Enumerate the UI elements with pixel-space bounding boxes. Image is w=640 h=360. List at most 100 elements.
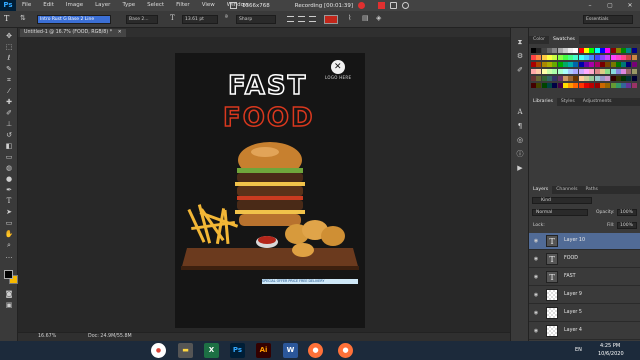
swatch-chip[interactable] (546, 76, 552, 81)
swatch-chip[interactable] (599, 48, 605, 53)
swatch-chip[interactable] (584, 62, 589, 67)
swatch-chip[interactable] (631, 69, 637, 74)
move-tool-icon[interactable]: ✥ (4, 32, 14, 41)
pause-icon[interactable] (402, 2, 409, 9)
glyphs-panel-icon[interactable]: ◎ (515, 136, 525, 145)
swatch-chip[interactable] (589, 48, 595, 53)
swatch-chip[interactable] (615, 55, 621, 60)
swatch-chip[interactable] (589, 69, 595, 74)
layer-row[interactable]: ◉ T Layer 10 (529, 233, 640, 250)
swatch-chip[interactable] (610, 55, 616, 60)
swatch-chip[interactable] (573, 62, 579, 67)
document-close-icon[interactable]: ✕ (118, 30, 122, 35)
menu-filter[interactable]: Filter (170, 0, 196, 11)
swatch-chip[interactable] (621, 69, 627, 74)
swatch-chip[interactable] (631, 62, 637, 67)
swatch-chip[interactable] (546, 62, 552, 67)
quick-mask-icon[interactable]: ◙ (4, 290, 14, 299)
swatch-chip[interactable] (562, 83, 568, 88)
swatch-chip[interactable] (589, 76, 595, 81)
tab-libraries[interactable]: Libraries (529, 98, 557, 106)
swatch-chip[interactable] (615, 69, 621, 74)
clock-time[interactable]: 4:25 PM (600, 343, 620, 349)
visibility-eye-icon[interactable]: ◉ (532, 274, 540, 280)
screen-mode-icon[interactable]: ▣ (4, 301, 14, 310)
firefox-icon-2[interactable]: ● (338, 343, 353, 358)
hand-tool-icon[interactable]: ✋ (4, 230, 14, 239)
swatch-chip[interactable] (568, 76, 574, 81)
type-tool-icon-2[interactable]: T (4, 197, 14, 206)
menu-view[interactable]: View (196, 0, 221, 11)
swatch-chip[interactable] (552, 62, 558, 67)
swatch-chip[interactable] (605, 69, 611, 74)
file-explorer-icon[interactable]: ▬ (178, 343, 193, 358)
swatch-chip[interactable] (578, 76, 584, 81)
eraser-tool-icon[interactable]: ◧ (4, 142, 14, 151)
swatch-chip[interactable] (531, 69, 536, 74)
history-panel-icon[interactable]: ⧗ (515, 38, 525, 47)
swatch-chip[interactable] (610, 62, 616, 67)
zoom-level[interactable]: 16.67% (38, 334, 56, 339)
document-tab[interactable]: Untitled-1 @ 16.7% (FOOD, RGB/8) * ✕ (20, 29, 126, 37)
workspace-select[interactable]: Essentials (583, 15, 633, 24)
stamp-tool-icon[interactable]: ⊥ (4, 120, 14, 129)
swatch-chip[interactable] (552, 69, 558, 74)
swatch-chip[interactable] (599, 55, 605, 60)
zoom-tool-icon[interactable]: ⌕ (4, 241, 14, 250)
swatch-chip[interactable] (631, 83, 637, 88)
swatches-grid[interactable] (531, 46, 639, 98)
properties-panel-icon[interactable]: ⚙ (515, 52, 525, 61)
font-style-field[interactable]: Base 2... (126, 15, 158, 24)
photoshop-taskbar-icon[interactable]: Ps (230, 343, 245, 358)
swatch-chip[interactable] (531, 83, 536, 88)
swatch-chip[interactable] (584, 69, 589, 74)
path-select-tool-icon[interactable]: ➤ (4, 208, 14, 217)
swatch-chip[interactable] (626, 76, 632, 81)
swatch-chip[interactable] (552, 76, 558, 81)
menu-layer[interactable]: Layer (89, 0, 116, 11)
visibility-eye-icon[interactable]: ◉ (532, 310, 540, 316)
swatch-chip[interactable] (631, 76, 637, 81)
swatch-chip[interactable] (584, 83, 589, 88)
visibility-eye-icon[interactable]: ◉ (532, 328, 540, 334)
marquee-tool-icon[interactable]: ⬚ (4, 43, 14, 52)
layer-row[interactable]: ◉ T FAST (529, 269, 640, 286)
font-size-field[interactable]: 13.61 pt (182, 15, 218, 24)
swatch-chip[interactable] (610, 83, 616, 88)
swatch-chip[interactable] (557, 62, 563, 67)
layer-row[interactable]: ◉ Layer 9 (529, 287, 640, 304)
swatch-chip[interactable] (589, 62, 595, 67)
tab-layers[interactable]: Layers (529, 186, 553, 194)
swatch-chip[interactable] (584, 48, 589, 53)
swatch-chip[interactable] (605, 83, 611, 88)
swatch-chip[interactable] (541, 83, 547, 88)
swatch-chip[interactable] (621, 83, 627, 88)
swatch-chip[interactable] (541, 62, 547, 67)
swatch-chip[interactable] (578, 62, 584, 67)
layer-row[interactable]: ◉ T FOOD (529, 251, 640, 268)
swatch-chip[interactable] (573, 83, 579, 88)
swatch-chip[interactable] (594, 62, 600, 67)
tab-swatches[interactable]: Swatches (549, 36, 579, 44)
swatch-chip[interactable] (584, 76, 589, 81)
eyedropper-tool-icon[interactable]: ⁄ (4, 87, 14, 96)
align-left-icon[interactable] (287, 16, 294, 22)
swatch-chip[interactable] (605, 48, 611, 53)
swatch-chip[interactable] (589, 55, 595, 60)
swatch-chip[interactable] (584, 55, 589, 60)
swatch-chip[interactable] (615, 83, 621, 88)
stop-icon[interactable] (378, 2, 385, 9)
paragraph-panel-icon[interactable]: ¶ (515, 122, 525, 131)
swatch-chip[interactable] (546, 83, 552, 88)
menu-select[interactable]: Select (141, 0, 170, 11)
swatch-chip[interactable] (568, 83, 574, 88)
record-icon[interactable] (358, 2, 365, 9)
swatch-chip[interactable] (562, 69, 568, 74)
menu-type[interactable]: Type (116, 0, 141, 11)
pen-tool-icon[interactable]: ✒ (4, 186, 14, 195)
swatch-chip[interactable] (552, 83, 558, 88)
swatch-chip[interactable] (610, 69, 616, 74)
swatch-chip[interactable] (594, 69, 600, 74)
tab-channels[interactable]: Channels (552, 186, 581, 194)
swatch-chip[interactable] (626, 62, 632, 67)
